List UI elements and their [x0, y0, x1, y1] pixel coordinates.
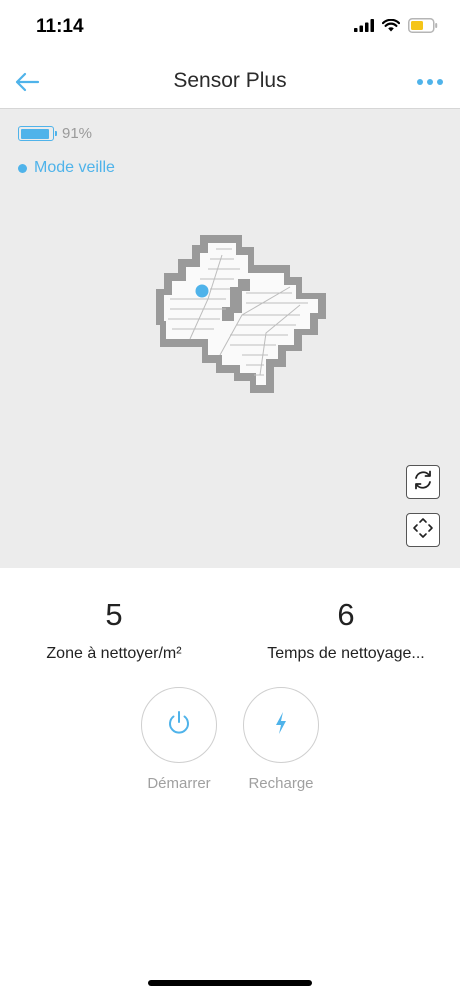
battery-fill [20, 128, 49, 139]
time-label: Temps de nettoyage... [267, 645, 425, 662]
battery-tip [55, 131, 57, 136]
area-value: 5 [105, 597, 123, 632]
recharge-label: Recharge [248, 775, 314, 792]
signal-icon [354, 19, 374, 32]
battery-level-icon [18, 126, 57, 141]
device-battery: 91% [18, 125, 92, 142]
map-area[interactable]: 91% Mode veille [0, 109, 460, 568]
time-stat: 6 Temps de nettoyage... [232, 597, 460, 663]
page-title: Sensor Plus [173, 69, 287, 92]
power-icon [164, 708, 194, 743]
start-button[interactable] [141, 687, 217, 763]
nav-bar: Sensor Plus [0, 56, 460, 109]
expand-icon [412, 517, 434, 544]
rotate-icon [412, 469, 434, 496]
more-dot [427, 79, 433, 85]
rotate-map-button[interactable] [406, 465, 440, 499]
wifi-icon [382, 19, 400, 32]
home-indicator[interactable] [148, 980, 312, 986]
more-dot [437, 79, 443, 85]
recharge-action: Recharge [241, 687, 321, 792]
robot-position-icon [195, 284, 209, 298]
recharge-button[interactable] [243, 687, 319, 763]
status-dot-icon [18, 163, 27, 173]
mode-label: Mode veille [34, 159, 115, 176]
start-label: Démarrer [147, 775, 211, 792]
lightning-icon [269, 709, 293, 742]
expand-map-button[interactable] [406, 513, 440, 547]
battery-icon [408, 18, 438, 33]
time-value: 6 [337, 597, 355, 632]
more-button[interactable] [412, 66, 448, 98]
more-dots-icon [417, 79, 423, 85]
area-stat: 5 Zone à nettoyer/m² [0, 597, 228, 663]
area-label: Zone à nettoyer/m² [46, 645, 182, 662]
battery-percent: 91% [62, 125, 93, 142]
mode-status: Mode veille [18, 159, 115, 177]
start-action: Démarrer [139, 687, 219, 792]
status-icons [354, 18, 438, 33]
status-bar: 11:14 [0, 0, 460, 56]
cleaning-map [156, 235, 326, 393]
status-time: 11:14 [36, 16, 84, 37]
